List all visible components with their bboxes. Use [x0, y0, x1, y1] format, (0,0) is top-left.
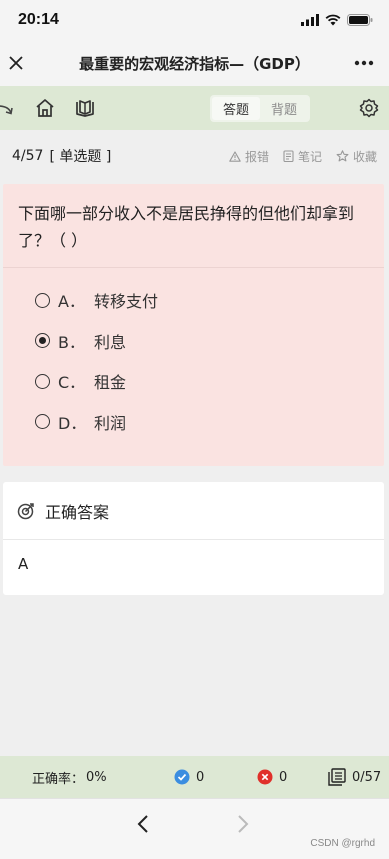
answer-heading: 正确答案	[45, 502, 110, 522]
more-icon	[354, 60, 374, 66]
answer-sheet-icon	[328, 768, 346, 786]
option-text: 转移支付	[94, 292, 159, 312]
chevron-right-icon	[238, 815, 249, 833]
note-label: 笔记	[297, 149, 322, 164]
option-d[interactable]: D． 利润	[3, 402, 384, 443]
status-time: 20:14	[18, 11, 59, 28]
signal-icon	[301, 14, 319, 26]
footer-nav: CSDN @rgrhd	[0, 798, 389, 859]
gear-icon	[359, 98, 379, 118]
note-icon	[283, 150, 294, 162]
note-button[interactable]: 笔记	[283, 148, 322, 165]
nav-bar: 最重要的宏观经济指标—（GDP）	[0, 40, 389, 86]
radio-option-d[interactable]	[35, 414, 50, 430]
correct-answer: A	[18, 555, 29, 573]
next-button[interactable]	[228, 811, 258, 837]
option-letter: B．	[58, 332, 85, 352]
question-text: 下面哪一部分收入不是居民挣得的但他们却拿到了？（ ）	[3, 184, 384, 268]
correct-stat: 0	[174, 756, 204, 798]
back-button[interactable]	[0, 86, 14, 130]
battery-icon	[347, 14, 373, 26]
radio-option-a[interactable]	[35, 292, 50, 308]
status-bar: 20:14	[0, 0, 389, 40]
book-button[interactable]	[72, 86, 98, 130]
accuracy: 正确率： 0%	[32, 756, 107, 798]
check-circle-icon	[174, 769, 190, 785]
report-button[interactable]: 报错	[229, 148, 269, 165]
tab-memorize[interactable]: 背题	[260, 97, 308, 120]
stats-bar: 正确率： 0% 0 0 0/57	[0, 756, 389, 798]
toolbar: 答题 背题	[0, 86, 389, 130]
option-letter: C．	[58, 373, 86, 393]
target-icon	[17, 502, 35, 520]
back-arrow-icon	[0, 105, 13, 115]
radio-option-b[interactable]	[35, 333, 50, 349]
home-icon	[36, 99, 54, 117]
option-letter: D．	[58, 413, 87, 433]
answered-count: 0/57	[352, 769, 382, 785]
mode-switch: 答题 背题	[210, 95, 310, 122]
close-icon	[9, 56, 23, 70]
correct-count: 0	[196, 769, 205, 785]
status-icons	[301, 14, 373, 26]
option-a[interactable]: A． 转移支付	[3, 280, 384, 321]
more-button[interactable]	[349, 40, 379, 86]
watermark: CSDN @rgrhd	[310, 838, 375, 849]
previous-button[interactable]	[128, 811, 158, 837]
answer-sheet-button[interactable]: 0/57	[328, 756, 381, 798]
book-icon	[76, 100, 94, 117]
accuracy-value: 0%	[86, 769, 107, 785]
option-text: 利息	[94, 332, 127, 352]
question-progress: 4/57	[12, 148, 44, 164]
option-text: 利润	[94, 413, 127, 433]
question-card: 下面哪一部分收入不是居民挣得的但他们却拿到了？（ ） A． 转移支付 B． 利息…	[3, 184, 384, 466]
chevron-left-icon	[137, 815, 148, 833]
close-button[interactable]	[0, 40, 32, 86]
x-circle-icon	[257, 769, 273, 785]
page-title: 最重要的宏观经济指标—（GDP）	[79, 54, 310, 73]
question-info: 4/57 [ 单选题 ] 报错 笔记 收藏	[0, 130, 389, 182]
option-c[interactable]: C． 租金	[3, 361, 384, 402]
option-text: 租金	[94, 373, 127, 393]
accuracy-label: 正确率：	[32, 771, 85, 787]
answer-card: 正确答案 A	[3, 482, 384, 595]
options-list: A． 转移支付 B． 利息 C． 租金 D． 利润	[3, 268, 384, 442]
wrong-stat: 0	[257, 756, 287, 798]
tab-answer[interactable]: 答题	[212, 97, 260, 120]
option-letter: A．	[58, 292, 85, 312]
radio-option-c[interactable]	[35, 373, 50, 389]
answer-heading-row: 正确答案	[3, 482, 384, 540]
option-b[interactable]: B． 利息	[3, 321, 384, 362]
star-icon	[336, 150, 349, 162]
wrong-count: 0	[279, 769, 288, 785]
question-actions: 报错 笔记 收藏	[229, 130, 377, 182]
home-button[interactable]	[32, 86, 58, 130]
favorite-button[interactable]: 收藏	[336, 148, 377, 165]
wifi-icon	[325, 14, 341, 26]
warning-icon	[229, 150, 241, 162]
question-type: [ 单选题 ]	[49, 149, 112, 165]
favorite-label: 收藏	[352, 149, 377, 164]
report-label: 报错	[244, 149, 269, 164]
settings-button[interactable]	[356, 86, 382, 130]
